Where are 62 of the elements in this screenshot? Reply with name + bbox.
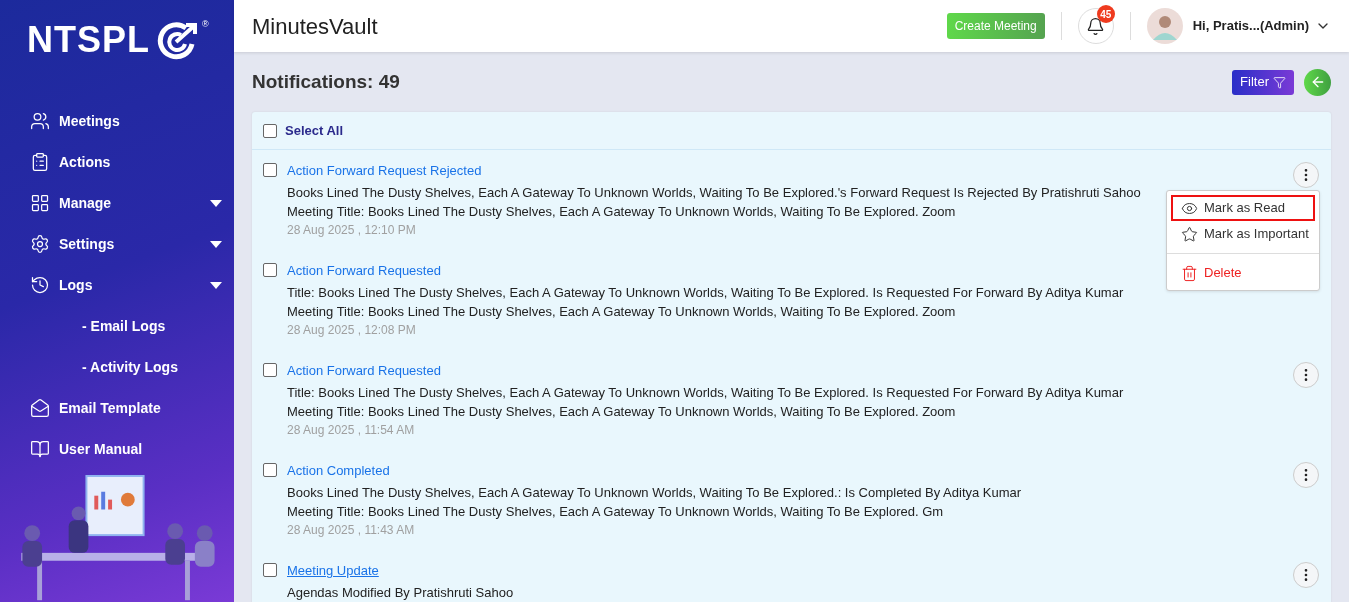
registered-mark: ®	[202, 18, 209, 31]
notification-time: 28 Aug 2025 , 12:10 PM	[287, 222, 416, 239]
more-options-button[interactable]	[1293, 162, 1319, 188]
notification-time: 28 Aug 2025 , 12:08 PM	[287, 322, 416, 339]
notification-time: 28 Aug 2025 , 11:43 AM	[287, 522, 415, 539]
notification-title[interactable]: Action Forward Requested	[287, 362, 441, 380]
filter-icon	[1273, 75, 1286, 89]
checkbox[interactable]	[263, 123, 277, 138]
settings-icon	[30, 234, 50, 255]
star-icon	[1181, 225, 1198, 243]
notification-text: Books Lined The Dusty Shelves, Each A Gateway To Unknown Worlds, Waiting To Be Explored.: Is Completed By Aditya Kumar	[287, 484, 1022, 502]
sidebar-item[interactable]: - Email Logs	[0, 305, 234, 347]
notification-title[interactable]: Action Completed	[287, 462, 390, 480]
notification-text: Meeting Title: Books Lined The Dusty Shelves, Each A Gateway To Unknown Worlds, Waiting To Be Explored. Gm	[287, 503, 944, 521]
book-icon	[30, 439, 50, 460]
notification-title[interactable]: Meeting Update	[287, 562, 379, 580]
bell-icon	[1086, 16, 1106, 36]
page-title: Notifications: 49	[252, 69, 401, 94]
sidebar-item[interactable]: - Activity Logs	[0, 346, 234, 388]
notification-text: Meeting Title: Books Lined The Dusty Shelves, Each A Gateway To Unknown Worlds, Waiting To Be Explored. Zoom	[287, 303, 956, 321]
logo-text: NTSPL	[27, 22, 150, 59]
sidebar-item[interactable]: Settings	[0, 223, 234, 265]
envelope-icon	[30, 398, 50, 419]
checkbox[interactable]	[263, 563, 277, 577]
sidebar-item[interactable]: Actions	[0, 141, 234, 183]
history-icon	[30, 275, 50, 296]
menu-item[interactable]: Mark as Read	[1171, 195, 1315, 221]
more-options-button[interactable]	[1293, 562, 1319, 588]
menu-item[interactable]: Delete	[1171, 260, 1315, 286]
grid-icon	[30, 193, 50, 214]
more-options-button[interactable]	[1293, 362, 1319, 388]
notification-text: Books Lined The Dusty Shelves, Each A Gateway To Unknown Worlds, Waiting To Be Explored.'s Forward Request Is Rejected By Pratishruti Sahoo	[287, 184, 1141, 202]
people-icon	[30, 111, 50, 132]
notification-title[interactable]: Action Forward Request Rejected	[287, 162, 482, 180]
user-greeting[interactable]: Hi, Pratis...(Admin)	[1192, 16, 1309, 36]
sidebar-item[interactable]: Logs	[0, 264, 234, 306]
more-options-button[interactable]	[1293, 462, 1319, 488]
checkbox[interactable]	[263, 163, 277, 177]
notification-text: Title: Books Lined The Dusty Shelves, Each A Gateway To Unknown Worlds, Waiting To Be Explored. Is Requested For Forward By Aditya Kumar	[287, 384, 1124, 402]
notification-text: Agendas Modified By Pratishruti Sahoo	[287, 584, 514, 602]
sidebar-item[interactable]: Manage	[0, 182, 234, 224]
notification-text: Title: Books Lined The Dusty Shelves, Each A Gateway To Unknown Worlds, Waiting To Be Explored. Is Requested For Forward By Aditya Kumar	[287, 284, 1124, 302]
notification-button[interactable]: 45	[1077, 8, 1114, 44]
checkbox[interactable]	[263, 463, 277, 477]
trash-icon	[1181, 264, 1198, 282]
clipboard-icon	[30, 152, 50, 173]
sidebar-item[interactable]: User Manual	[0, 428, 234, 470]
sidebar-item[interactable]: Meetings	[0, 100, 234, 142]
checkbox[interactable]	[263, 263, 277, 277]
menu-item[interactable]: Mark as Important	[1171, 221, 1315, 247]
checkbox[interactable]	[263, 363, 277, 377]
notification-title[interactable]: Action Forward Requested	[287, 262, 441, 280]
sidebar-item[interactable]: Email Template	[0, 387, 234, 429]
notification-count: 45	[1096, 5, 1115, 23]
app-title: MinutesVault	[252, 12, 379, 41]
notification-text: Meeting Title: Books Lined The Dusty Shelves, Each A Gateway To Unknown Worlds, Waiting To Be Explored. Zoom	[287, 203, 956, 221]
avatar	[1146, 8, 1183, 44]
back-button[interactable]	[1304, 68, 1331, 96]
filter-button[interactable]: Filter	[1232, 69, 1294, 95]
select-all-label[interactable]: Select All	[285, 120, 344, 141]
notification-time: 28 Aug 2025 , 11:54 AM	[287, 422, 415, 439]
notification-text: Meeting Title: Books Lined The Dusty Shelves, Each A Gateway To Unknown Worlds, Waiting To Be Explored. Zoom	[287, 403, 956, 421]
